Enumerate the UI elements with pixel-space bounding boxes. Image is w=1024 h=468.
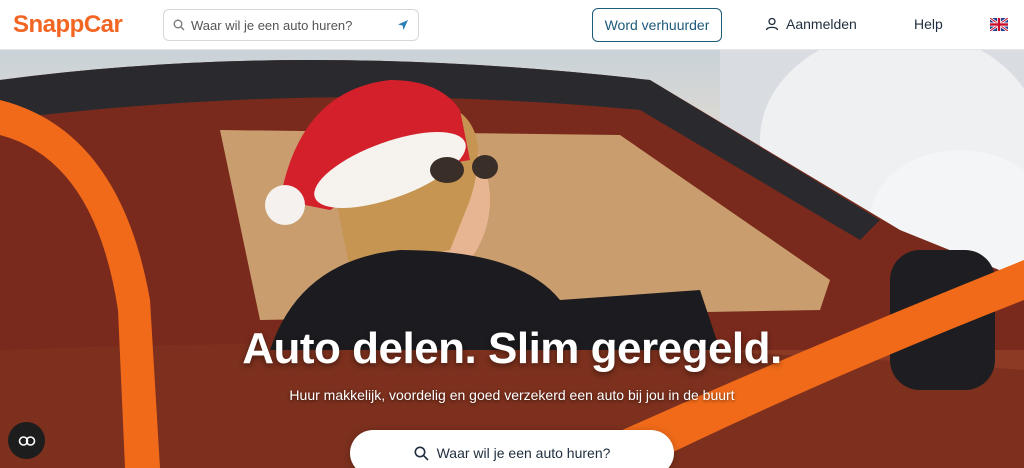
- hero-search-button[interactable]: Waar wil je een auto huren?: [350, 430, 674, 468]
- login-label: Aanmelden: [786, 16, 857, 32]
- login-link[interactable]: Aanmelden: [765, 16, 857, 32]
- accessibility-icon: [18, 435, 35, 446]
- uk-flag-icon[interactable]: [990, 18, 1008, 31]
- search-icon: [173, 19, 185, 31]
- hero-background-image: [0, 50, 1024, 468]
- hero-banner: Auto delen. Slim geregeld. Huur makkelij…: [0, 50, 1024, 468]
- snappcar-logo[interactable]: SnappCar: [13, 11, 123, 39]
- hero-subline: Huur makkelijk, voordelig en goed verzek…: [289, 387, 735, 403]
- hero-search-label: Waar wil je een auto huren?: [436, 445, 611, 461]
- header-search-field[interactable]: Waar wil je een auto huren?: [163, 9, 419, 41]
- top-navigation-bar: SnappCar Waar wil je een auto huren? Wor…: [0, 0, 1024, 50]
- help-link[interactable]: Help: [914, 16, 943, 32]
- hero-headline: Auto delen. Slim geregeld.: [242, 324, 782, 373]
- search-placeholder: Waar wil je een auto huren?: [191, 18, 353, 33]
- become-owner-button[interactable]: Word verhuurder: [592, 8, 722, 42]
- search-icon: [414, 446, 429, 461]
- accessibility-button[interactable]: [8, 422, 45, 459]
- user-icon: [765, 17, 779, 31]
- location-arrow-icon[interactable]: [397, 19, 409, 31]
